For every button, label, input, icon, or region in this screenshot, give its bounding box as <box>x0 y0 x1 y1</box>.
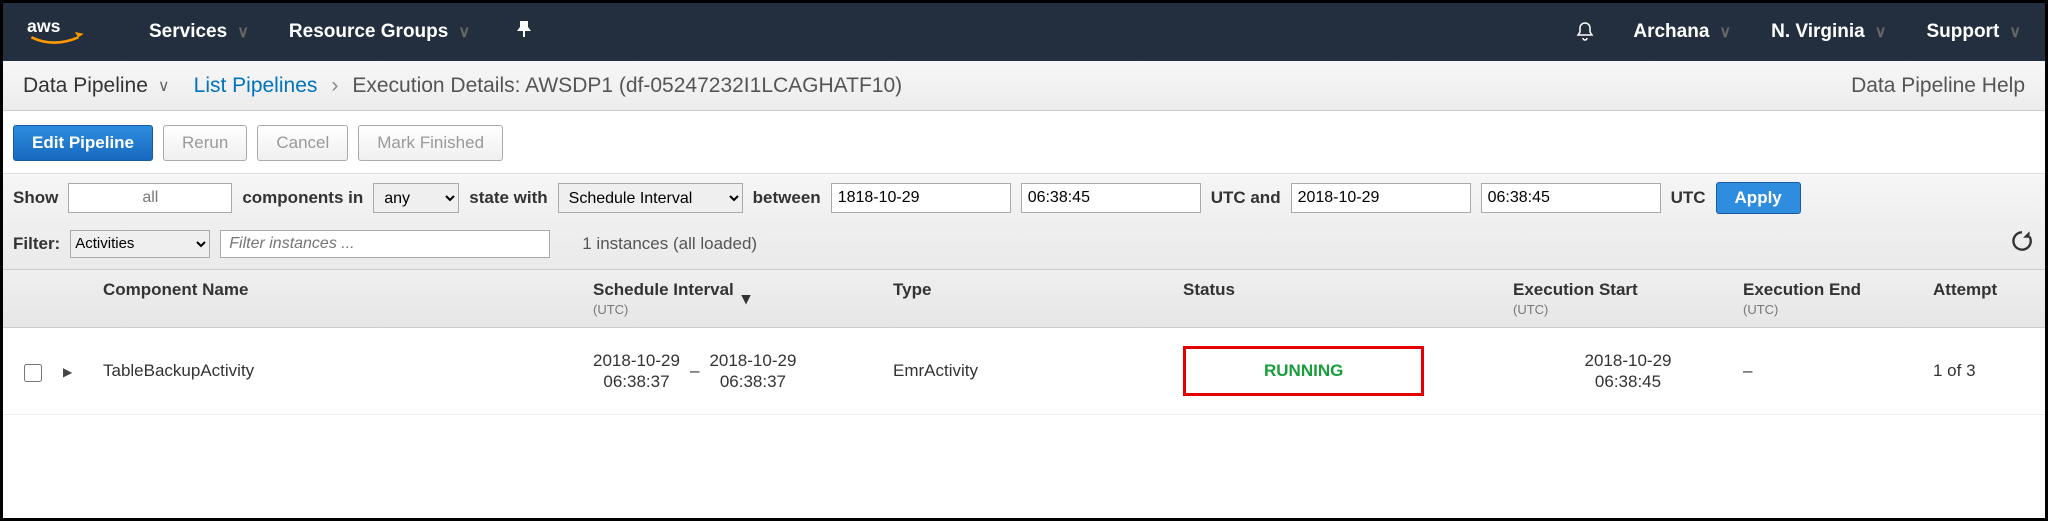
user-label: Archana <box>1633 21 1709 43</box>
region-menu[interactable]: N. Virginia ∨ <box>1771 21 1886 43</box>
chevron-down-icon: ∨ <box>237 22 249 42</box>
to-date-input[interactable] <box>1291 183 1471 213</box>
help-link[interactable]: Data Pipeline Help <box>1851 74 2025 98</box>
cell-execution-end: – <box>1743 361 1933 381</box>
cell-schedule-interval: 2018-10-29 06:38:37 – 2018-10-29 06:38:3… <box>593 350 796 393</box>
pin-icon[interactable] <box>514 19 534 45</box>
cell-attempt: 1 of 3 <box>1933 361 2043 381</box>
service-dropdown[interactable]: Data Pipeline ∨ <box>23 74 170 98</box>
breadcrumb-separator: › <box>331 74 338 98</box>
sched-end-date: 2018-10-29 <box>709 350 796 371</box>
to-time-input[interactable] <box>1481 183 1661 213</box>
edit-pipeline-button[interactable]: Edit Pipeline <box>13 125 153 161</box>
refresh-icon[interactable] <box>2009 228 2035 259</box>
rerun-button[interactable]: Rerun <box>163 125 247 161</box>
state-with-label: state with <box>469 188 547 208</box>
resource-groups-label: Resource Groups <box>289 21 448 43</box>
col-type[interactable]: Type <box>893 280 1183 300</box>
aws-logo-icon: aws <box>27 14 89 50</box>
interval-select[interactable]: Schedule Interval <box>558 183 743 213</box>
aws-topnav: aws Services ∨ Resource Groups ∨ Archana… <box>3 3 2045 61</box>
filter-row: Filter: Activities 1 instances (all load… <box>3 222 2045 269</box>
table-header: Component Name Schedule Interval (UTC) ▾… <box>3 269 2045 328</box>
resource-groups-menu[interactable]: Resource Groups ∨ <box>289 21 470 43</box>
status-badge: RUNNING <box>1183 346 1424 396</box>
row-checkbox[interactable] <box>24 364 42 382</box>
table-row: TableBackupActivity 2018-10-29 06:38:37 … <box>3 328 2045 415</box>
region-label: N. Virginia <box>1771 21 1865 43</box>
service-name: Data Pipeline <box>23 74 148 98</box>
exec-start-header: Execution Start <box>1513 280 1638 299</box>
breadcrumb: Data Pipeline ∨ List Pipelines › Executi… <box>3 61 2045 111</box>
sched-end-time: 06:38:37 <box>709 371 796 392</box>
aws-logo[interactable]: aws <box>27 14 89 50</box>
expand-row-icon[interactable] <box>63 361 72 380</box>
list-pipelines-link[interactable]: List Pipelines <box>194 74 318 98</box>
col-execution-start[interactable]: Execution Start (UTC) <box>1513 280 1743 317</box>
support-label: Support <box>1926 21 1999 43</box>
sched-start-date: 2018-10-29 <box>593 350 680 371</box>
services-menu[interactable]: Services ∨ <box>149 21 249 43</box>
svg-text:aws: aws <box>27 16 61 36</box>
components-in-label: components in <box>242 188 363 208</box>
from-time-input[interactable] <box>1021 183 1201 213</box>
cell-execution-start: 2018-10-29 06:38:45 <box>1513 350 1743 393</box>
chevron-down-icon: ∨ <box>1719 22 1731 42</box>
col-attempt[interactable]: Attempt <box>1933 280 2043 300</box>
chevron-down-icon: ∨ <box>1875 22 1887 42</box>
utc-sub: (UTC) <box>1513 302 1743 317</box>
show-filter-row: Show components in any state with Schedu… <box>3 173 2045 222</box>
show-label: Show <box>13 188 58 208</box>
filter-label: Filter: <box>13 234 60 254</box>
col-component-name[interactable]: Component Name <box>103 280 593 300</box>
col-schedule-interval[interactable]: Schedule Interval (UTC) ▾ <box>593 280 893 317</box>
state-select[interactable]: any <box>373 183 459 213</box>
utc-and-label: UTC and <box>1211 188 1281 208</box>
schedule-interval-header: Schedule Interval <box>593 280 734 299</box>
sort-desc-icon: ▾ <box>742 289 751 309</box>
chevron-down-icon: ∨ <box>158 76 170 96</box>
notifications-icon[interactable] <box>1573 20 1597 44</box>
from-date-input[interactable] <box>831 183 1011 213</box>
support-menu[interactable]: Support ∨ <box>1926 21 2021 43</box>
exec-start-time: 06:38:45 <box>1513 371 1743 392</box>
filter-type-select[interactable]: Activities <box>70 230 210 258</box>
exec-end-header: Execution End <box>1743 280 1861 299</box>
services-label: Services <box>149 21 227 43</box>
apply-button[interactable]: Apply <box>1716 182 1801 214</box>
col-status[interactable]: Status <box>1183 280 1513 300</box>
utc-sub: (UTC) <box>1743 302 1933 317</box>
chevron-down-icon: ∨ <box>458 22 470 42</box>
utc-label: UTC <box>1671 188 1706 208</box>
chevron-down-icon: ∨ <box>2009 22 2021 42</box>
filter-instances-input[interactable] <box>220 230 550 258</box>
instance-count: 1 instances (all loaded) <box>582 234 757 254</box>
action-toolbar: Edit Pipeline Rerun Cancel Mark Finished <box>3 111 2045 173</box>
utc-sub: (UTC) <box>593 302 734 317</box>
cancel-button[interactable]: Cancel <box>257 125 348 161</box>
page-title: Execution Details: AWSDP1 (df-05247232I1… <box>352 74 902 98</box>
dash-separator: – <box>690 361 699 381</box>
between-label: between <box>753 188 821 208</box>
sched-start-time: 06:38:37 <box>593 371 680 392</box>
components-filter-input[interactable] <box>68 183 232 213</box>
cell-type: EmrActivity <box>893 361 1183 381</box>
user-menu[interactable]: Archana ∨ <box>1633 21 1731 43</box>
mark-finished-button[interactable]: Mark Finished <box>358 125 503 161</box>
exec-start-date: 2018-10-29 <box>1513 350 1743 371</box>
cell-component-name: TableBackupActivity <box>103 361 593 381</box>
col-execution-end[interactable]: Execution End (UTC) <box>1743 280 1933 317</box>
